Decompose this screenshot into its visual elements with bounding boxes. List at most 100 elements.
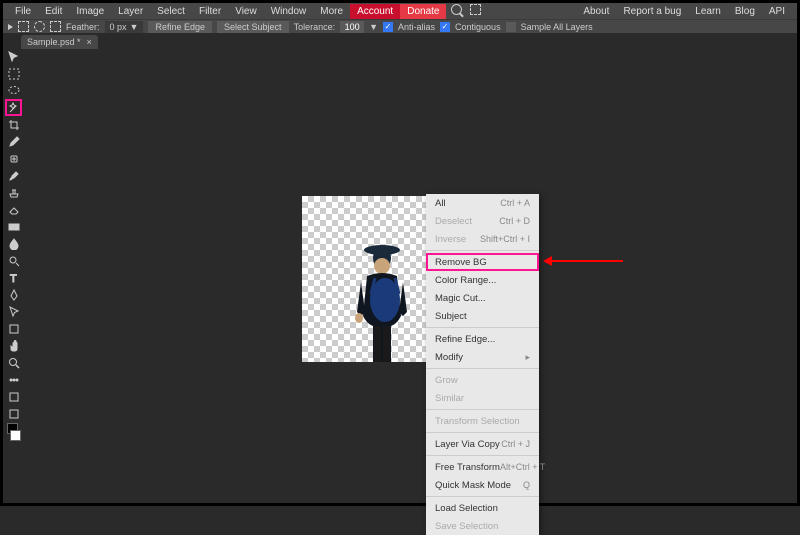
menu-item-all[interactable]: All Ctrl + A: [426, 194, 539, 212]
anti-alias-checkbox[interactable]: ✓: [383, 22, 393, 32]
tool-extra-2[interactable]: [6, 389, 21, 404]
tool-blur[interactable]: [6, 236, 21, 251]
menu-item-deselect: DeselectCtrl + D: [426, 212, 539, 230]
options-bar: Feather: 0 px▼ Refine Edge Select Subjec…: [3, 19, 797, 33]
link-learn[interactable]: Learn: [688, 4, 728, 19]
menu-item-remove-bg[interactable]: Remove BG: [426, 253, 539, 271]
feather-dropdown[interactable]: 0 px▼: [105, 21, 144, 33]
tool-extra-1[interactable]: [6, 372, 21, 387]
canvas[interactable]: [302, 196, 426, 362]
menu-item-label: Magic Cut...: [435, 293, 486, 304]
menu-separator: [426, 496, 539, 497]
menu-separator: [426, 432, 539, 433]
tool-healing[interactable]: [6, 151, 21, 166]
menu-item-layer-via-copy[interactable]: Layer Via CopyCtrl + J: [426, 435, 539, 453]
menubar-right: About Report a bug Learn Blog API: [576, 4, 792, 19]
background-color-swatch[interactable]: [10, 430, 21, 441]
close-tab-icon[interactable]: ×: [87, 37, 92, 47]
tab-sample[interactable]: Sample.psd * ×: [21, 35, 98, 49]
menu-separator: [426, 250, 539, 251]
move-mode-icon[interactable]: [8, 24, 13, 30]
menu-item-free-transform[interactable]: Free TransformAlt+Ctrl + T: [426, 458, 539, 476]
tolerance-input[interactable]: [340, 21, 364, 33]
tool-shape[interactable]: [6, 321, 21, 336]
menu-more[interactable]: More: [313, 4, 350, 19]
tool-zoom[interactable]: [6, 355, 21, 370]
sample-all-label: Sample All Layers: [521, 22, 593, 32]
link-about[interactable]: About: [576, 4, 616, 19]
menu-item-save-selection: Save Selection: [426, 517, 539, 535]
menu-filter[interactable]: Filter: [192, 4, 228, 19]
tool-eyedropper[interactable]: [6, 134, 21, 149]
select-subject-button[interactable]: Select Subject: [217, 21, 289, 33]
menu-item-label: All: [435, 198, 446, 209]
tool-magic-wand[interactable]: [6, 100, 21, 115]
menu-layer[interactable]: Layer: [111, 4, 150, 19]
contiguous-label: Contiguous: [455, 22, 501, 32]
menu-item-label: Inverse: [435, 234, 466, 245]
menu-item-color-range-[interactable]: Color Range...: [426, 271, 539, 289]
menu-separator: [426, 409, 539, 410]
menu-item-label: Transform Selection: [435, 416, 520, 427]
link-report-bug[interactable]: Report a bug: [616, 4, 688, 19]
tool-pen[interactable]: [6, 287, 21, 302]
tool-move[interactable]: [6, 49, 21, 64]
menu-edit[interactable]: Edit: [38, 4, 69, 19]
tolerance-label: Tolerance:: [294, 22, 336, 32]
search-icon[interactable]: [451, 4, 462, 15]
menu-item-label: Free Transform: [435, 462, 500, 473]
menu-view[interactable]: View: [228, 4, 264, 19]
menu-item-load-selection[interactable]: Load Selection: [426, 499, 539, 517]
menu-item-label: Modify: [435, 352, 463, 363]
tool-type[interactable]: T: [6, 270, 21, 285]
link-blog[interactable]: Blog: [728, 4, 762, 19]
menu-item-label: Layer Via Copy: [435, 439, 500, 450]
tool-brush[interactable]: [6, 168, 21, 183]
subject-silhouette: [347, 244, 417, 362]
tab-label: Sample.psd *: [27, 37, 81, 47]
feather-label: Feather:: [66, 22, 100, 32]
tool-eraser[interactable]: [6, 202, 21, 217]
sample-all-checkbox[interactable]: [506, 22, 516, 32]
menu-item-shortcut: Q: [523, 480, 530, 491]
menu-select[interactable]: Select: [150, 4, 192, 19]
menu-item-shortcut: Ctrl + A: [500, 198, 530, 209]
contiguous-checkbox[interactable]: ✓: [440, 22, 450, 32]
tool-path-select[interactable]: [6, 304, 21, 319]
menu-image[interactable]: Image: [69, 4, 111, 19]
menu-window[interactable]: Window: [264, 4, 314, 19]
menu-file[interactable]: File: [8, 4, 38, 19]
menu-separator: [426, 327, 539, 328]
menu-item-label: Deselect: [435, 216, 472, 227]
menu-separator: [426, 368, 539, 369]
menu-item-magic-cut-[interactable]: Magic Cut...: [426, 289, 539, 307]
fullscreen-icon[interactable]: [470, 4, 481, 15]
tool-rect-select[interactable]: [6, 66, 21, 81]
context-menu: AllCtrl + ADeselectCtrl + DInverseShift+…: [426, 194, 539, 535]
menu-item-label: Refine Edge...: [435, 334, 495, 345]
menubar-left: File Edit Image Layer Select Filter View…: [8, 4, 484, 19]
link-api[interactable]: API: [762, 4, 792, 19]
tool-lasso[interactable]: [6, 83, 21, 98]
tool-gradient[interactable]: [6, 219, 21, 234]
menu-donate[interactable]: Donate: [400, 4, 446, 19]
anti-alias-label: Anti-alias: [398, 22, 435, 32]
tool-dodge[interactable]: [6, 253, 21, 268]
menu-item-quick-mask-mode[interactable]: Quick Mask Mode Q: [426, 476, 539, 494]
menu-item-label: Quick Mask Mode: [435, 480, 511, 491]
menu-item-subject[interactable]: Subject: [426, 307, 539, 325]
menu-item-modify[interactable]: Modify▸: [426, 348, 539, 366]
menu-item-refine-edge-[interactable]: Refine Edge...: [426, 330, 539, 348]
tool-hand[interactable]: [6, 338, 21, 353]
tool-clone[interactable]: [6, 185, 21, 200]
menu-item-label: Color Range...: [435, 275, 496, 286]
add-mode-icon[interactable]: [50, 21, 61, 32]
rect-mode-icon[interactable]: [18, 21, 29, 32]
tool-crop[interactable]: [6, 117, 21, 132]
menu-account[interactable]: Account: [350, 4, 400, 19]
ellipse-mode-icon[interactable]: [34, 21, 45, 32]
document-tabs: Sample.psd * ×: [3, 33, 797, 49]
refine-edge-button[interactable]: Refine Edge: [148, 21, 212, 33]
tool-extra-3[interactable]: [6, 406, 21, 421]
menubar: File Edit Image Layer Select Filter View…: [3, 3, 797, 19]
